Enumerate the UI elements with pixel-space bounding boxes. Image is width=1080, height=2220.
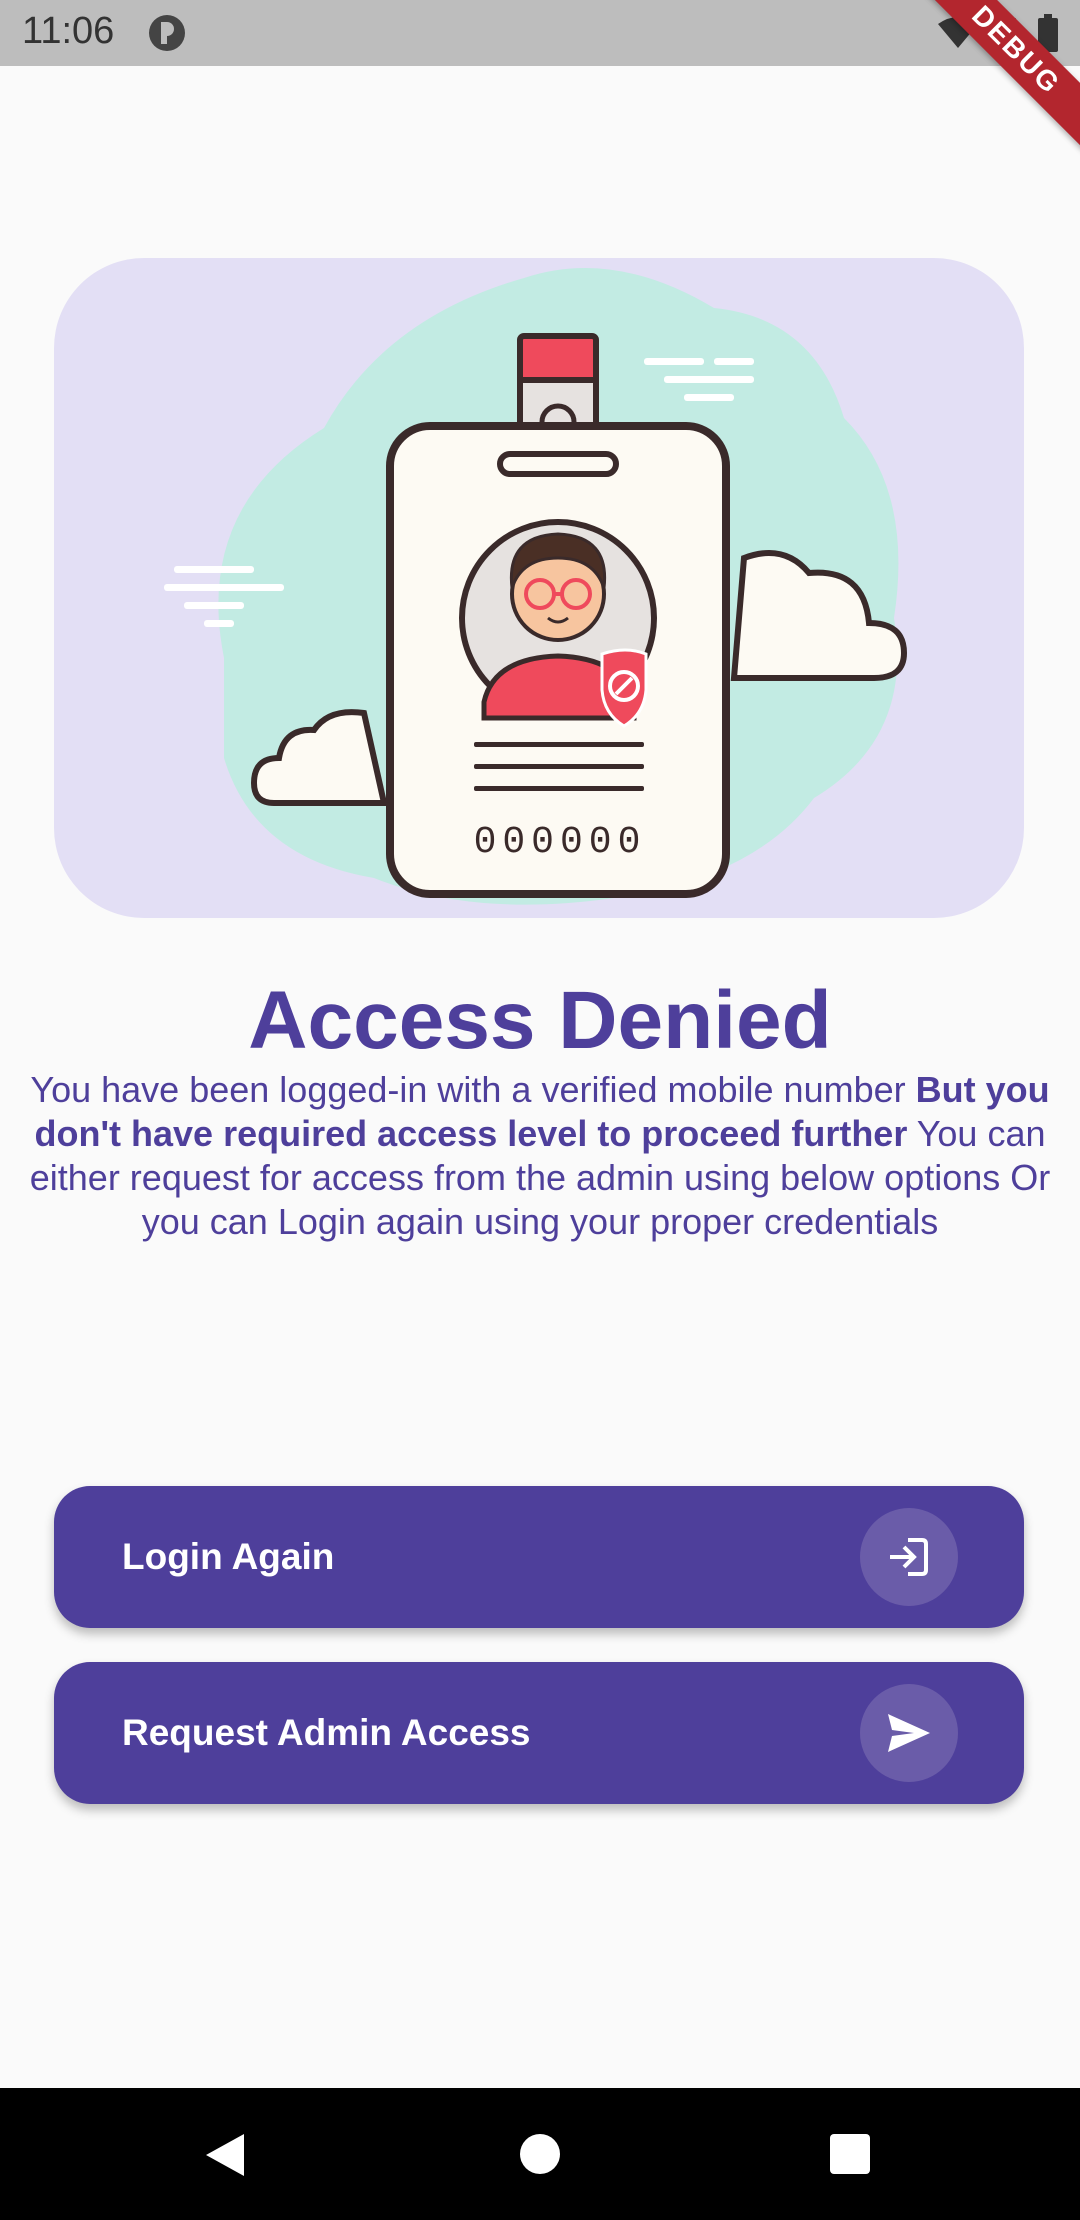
send-icon-container xyxy=(860,1684,958,1782)
badge-number: 000000 xyxy=(474,821,647,864)
login-icon-container xyxy=(860,1508,958,1606)
app-notification-icon xyxy=(149,15,185,51)
login-again-button[interactable]: Login Again xyxy=(54,1486,1024,1628)
access-message: You have been logged-in with a verified … xyxy=(22,1068,1058,1244)
system-nav-bar xyxy=(0,2088,1080,2220)
id-card-access-denied-icon: 000000 xyxy=(164,268,908,905)
status-time: 11:06 xyxy=(22,10,115,52)
home-icon[interactable] xyxy=(520,2134,560,2174)
recents-icon[interactable] xyxy=(830,2134,870,2174)
illustration-card: 000000 xyxy=(54,258,1024,918)
page-title: Access Denied xyxy=(248,975,832,1066)
message-intro: You have been logged-in with a verified … xyxy=(30,1069,916,1110)
send-icon xyxy=(888,1714,930,1752)
login-again-label: Login Again xyxy=(122,1536,335,1577)
status-bar: 11:06 xyxy=(0,0,1080,66)
request-admin-access-button[interactable]: Request Admin Access xyxy=(54,1662,1024,1804)
access-denied-screen: 11:06 DEBUG 000000 Access Denied You hav… xyxy=(0,0,1080,2220)
login-icon xyxy=(890,1538,928,1576)
back-icon[interactable] xyxy=(204,2132,248,2178)
request-admin-access-label: Request Admin Access xyxy=(122,1712,531,1753)
